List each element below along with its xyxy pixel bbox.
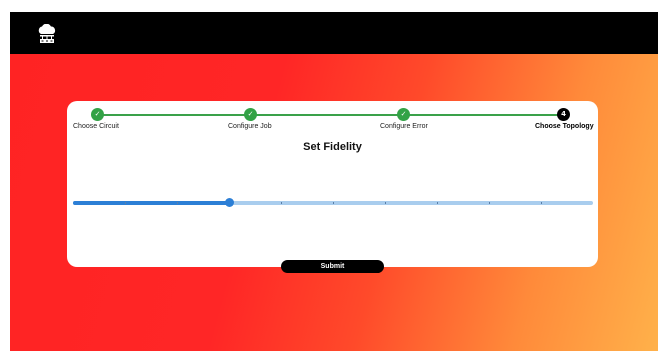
step-2-label: Configure Job — [228, 123, 272, 130]
submit-button[interactable]: Submit — [281, 260, 384, 273]
step-1-check-icon[interactable]: ✓ — [91, 108, 104, 121]
fidelity-card: ✓ Choose Circuit ✓ Configure Job ✓ Confi… — [67, 101, 598, 273]
cloud-network-icon[interactable] — [36, 24, 58, 44]
slider-tick — [125, 202, 126, 204]
slider-tick — [281, 202, 282, 204]
step-3-check-icon[interactable]: ✓ — [397, 108, 410, 121]
hero-gradient-background: ✓ Choose Circuit ✓ Configure Job ✓ Confi… — [10, 54, 658, 351]
stepper-connector — [97, 114, 561, 116]
slider-tick — [385, 202, 386, 204]
page-title: Set Fidelity — [303, 141, 362, 153]
step-1-label: Choose Circuit — [73, 123, 119, 130]
slider-tick — [177, 202, 178, 204]
fidelity-slider[interactable] — [73, 198, 593, 208]
step-4-number-badge[interactable]: 4 — [557, 108, 570, 121]
slider-tick — [541, 202, 542, 204]
slider-tick — [333, 202, 334, 204]
slider-thumb[interactable] — [225, 198, 234, 207]
top-navbar — [10, 12, 658, 54]
progress-stepper: ✓ Choose Circuit ✓ Configure Job ✓ Confi… — [67, 101, 598, 141]
step-4-label: Choose Topology — [535, 123, 594, 130]
slider-tick — [489, 202, 490, 204]
slider-fill — [73, 201, 229, 205]
app-frame: ✓ Choose Circuit ✓ Configure Job ✓ Confi… — [10, 12, 658, 351]
slider-tick — [437, 202, 438, 204]
step-2-check-icon[interactable]: ✓ — [244, 108, 257, 121]
step-3-label: Configure Error — [380, 123, 428, 130]
